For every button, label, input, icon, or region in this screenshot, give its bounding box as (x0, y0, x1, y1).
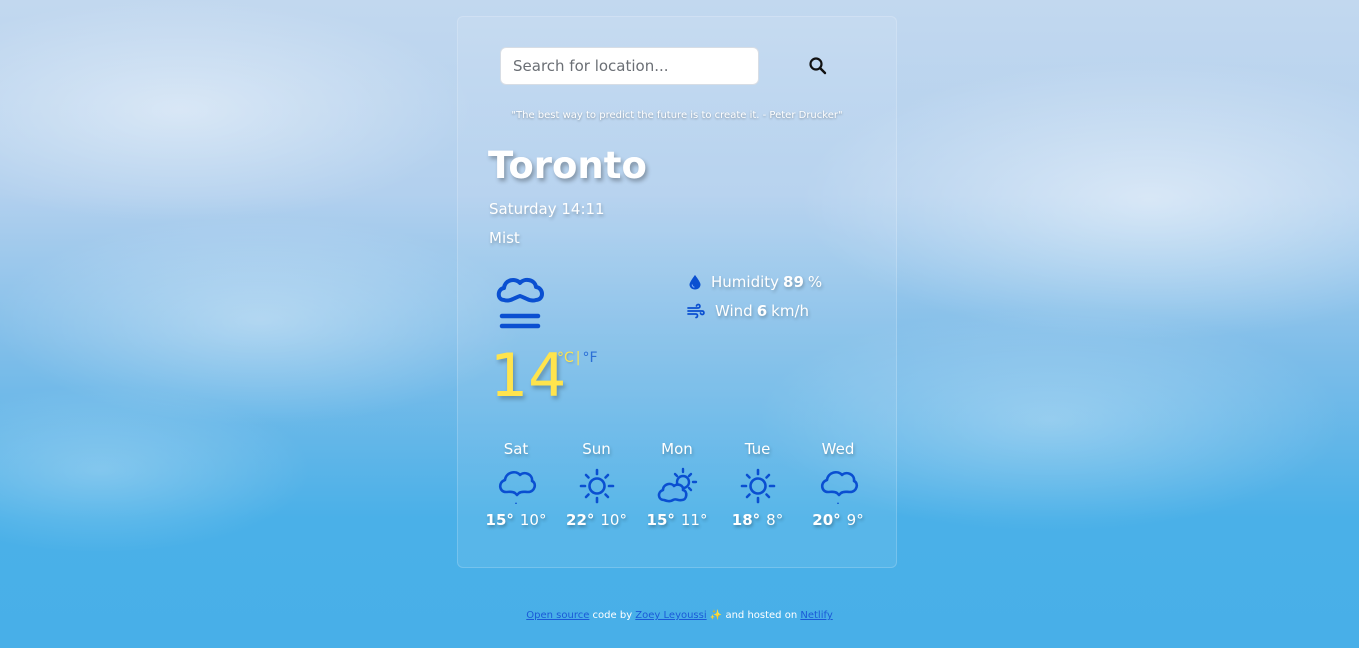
forecast-day-name: Mon (661, 440, 693, 458)
forecast-day-name: Tue (744, 440, 771, 458)
forecast-low: 8° (766, 511, 784, 529)
unit-separator: | (575, 350, 581, 366)
wind-value: 6 (756, 302, 768, 320)
forecast-day-name: Sun (582, 440, 611, 458)
rain-cloud-icon (820, 470, 859, 504)
partly-cloudy-icon (657, 467, 698, 503)
rain-cloud-icon (498, 470, 537, 504)
wind-icon (687, 303, 705, 319)
author-link[interactable]: Zoey Leyoussi (635, 610, 706, 621)
forecast-high: 18° (731, 511, 761, 529)
humidity: Humidity 89 % (687, 273, 822, 291)
quote: "The best way to predict the future is t… (511, 110, 843, 121)
forecast: Sat 15° 10° Sun 22° 10° Mon 15° 11° Tue … (476, 438, 878, 529)
celsius-link[interactable]: °C (557, 350, 574, 366)
fahrenheit-link[interactable]: °F (583, 350, 598, 366)
forecast-high: 15° (646, 511, 675, 529)
forecast-day: Sat 15° 10° (476, 438, 556, 529)
current-temperature: 14 (490, 341, 567, 411)
forecast-low: 11° (680, 511, 708, 529)
forecast-day-name: Sat (503, 440, 529, 458)
sun-icon (579, 468, 614, 504)
sun-icon (740, 468, 775, 504)
footer-text: code by (589, 610, 636, 621)
forecast-high: 15° (485, 511, 514, 529)
wind: Wind 6 km/h (687, 302, 809, 320)
forecast-low: 10° (600, 511, 627, 529)
weather-description: Mist (489, 229, 520, 247)
forecast-day: Tue 18° 8° (718, 438, 798, 529)
forecast-low: 9° (846, 511, 864, 529)
footer-text: and hosted on (725, 610, 801, 621)
forecast-day: Sun 22° 10° (557, 438, 637, 529)
netlify-link[interactable]: Netlify (800, 610, 832, 621)
sparkles-icon: ✨ (706, 610, 726, 621)
humidity-value: 89 (783, 273, 804, 291)
forecast-day: Wed 20° 9° (798, 438, 878, 529)
date-time: Saturday 14:11 (489, 200, 605, 218)
footer: Open source code by Zoey Leyoussi ✨ and … (0, 610, 1359, 621)
wind-unit: km/h (771, 302, 809, 320)
forecast-day: Mon 15° 11° (637, 438, 717, 529)
forecast-day-name: Wed (821, 440, 855, 458)
unit-toggle: °C | °F (557, 350, 598, 366)
humidity-label: Humidity (711, 273, 780, 291)
forecast-low: 10° (519, 511, 547, 529)
search-input[interactable] (500, 47, 759, 85)
search-button[interactable] (806, 54, 830, 78)
mist-icon (496, 277, 544, 329)
city-name: Toronto (488, 144, 647, 187)
search-icon (809, 57, 827, 75)
forecast-high: 22° (566, 511, 595, 529)
wind-label: Wind (715, 302, 753, 320)
water-drop-icon (689, 275, 701, 290)
humidity-unit: % (807, 273, 823, 291)
open-source-link[interactable]: Open source (526, 610, 589, 621)
forecast-high: 20° (812, 511, 841, 529)
